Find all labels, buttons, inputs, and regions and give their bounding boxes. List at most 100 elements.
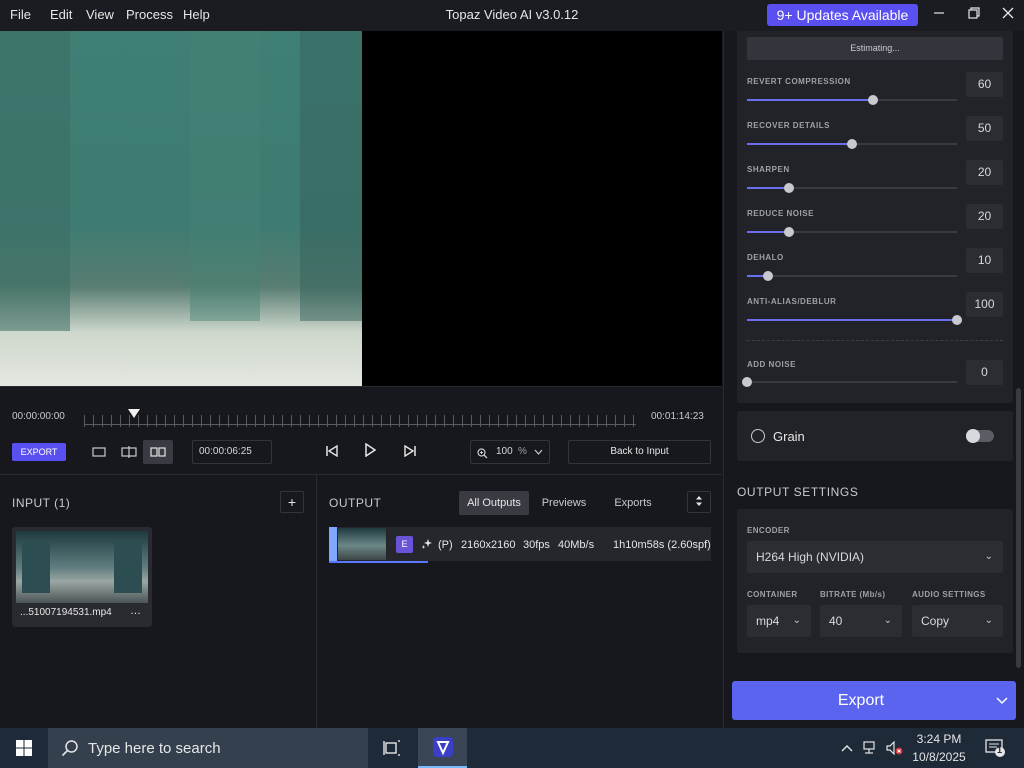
zoom-icon <box>477 446 488 468</box>
slider-knob[interactable] <box>868 95 878 105</box>
playhead-marker[interactable] <box>128 409 140 418</box>
settings-divider <box>747 340 1003 341</box>
current-timecode[interactable]: 00:00:06:25 <box>192 440 272 464</box>
grain-label: Grain <box>773 429 805 444</box>
minimize-icon[interactable] <box>925 4 953 26</box>
audio-settings-select[interactable]: Copy ⌄ <box>912 605 1003 637</box>
enhancement-slider[interactable] <box>747 95 957 105</box>
enhancement-slider[interactable] <box>747 227 957 237</box>
add-input-button[interactable]: + <box>280 491 304 513</box>
frame-detail <box>190 31 260 321</box>
slider-value[interactable]: 20 <box>966 204 1003 229</box>
taskbar-search-box[interactable]: Type here to search <box>48 728 368 768</box>
bitrate-value: 40 <box>829 614 843 628</box>
updates-available-button[interactable]: 9+ Updates Available <box>767 4 918 26</box>
slider-value[interactable]: 60 <box>966 72 1003 97</box>
thumbnail-detail <box>22 541 50 593</box>
more-options-icon[interactable]: … <box>130 605 141 617</box>
play-icon[interactable] <box>358 441 382 463</box>
tab-previews[interactable]: Previews <box>531 491 597 515</box>
input-frame-preview <box>0 31 362 386</box>
export-button[interactable]: Export <box>732 681 1016 720</box>
bitrate-select[interactable]: 40 ⌄ <box>820 605 902 637</box>
enhancement-slider[interactable] <box>747 183 957 193</box>
chevron-down-icon: ⌄ <box>883 615 892 626</box>
timeline-ruler[interactable] <box>84 415 636 427</box>
side-by-side-view-icon[interactable] <box>143 440 173 464</box>
add-noise-value[interactable]: 0 <box>966 360 1003 385</box>
slider-knob[interactable] <box>742 377 752 387</box>
back-to-input-button[interactable]: Back to Input <box>568 440 711 464</box>
chevron-down-icon <box>534 442 543 464</box>
grain-radio[interactable] <box>751 429 765 443</box>
windows-start-icon[interactable] <box>0 728 48 768</box>
timeline-controls: 00:00:00:00 00:01:14:23 EXPORT 00:00:06:… <box>0 386 722 474</box>
search-icon <box>61 739 79 762</box>
clock-time[interactable]: 3:24 PM <box>904 732 974 746</box>
zoom-value: 100 <box>496 446 513 457</box>
task-view-icon[interactable] <box>372 728 412 768</box>
estimating-button[interactable]: Estimating... <box>747 37 1003 60</box>
toggle-knob <box>966 429 980 443</box>
slider-knob[interactable] <box>952 315 962 325</box>
slider-knob[interactable] <box>784 227 794 237</box>
input-thumbnail <box>16 531 148 603</box>
grain-toggle[interactable] <box>966 429 994 443</box>
settings-panel: Estimating... REVERT COMPRESSION 60 RECOVE… <box>723 31 1024 728</box>
slider-label: REDUCE NOISE <box>747 209 814 218</box>
frame-detail <box>300 31 362 321</box>
output-settings-heading: OUTPUT SETTINGS <box>737 485 859 499</box>
slider-knob[interactable] <box>763 271 773 281</box>
step-forward-icon[interactable] <box>398 441 422 463</box>
export-button-small[interactable]: EXPORT <box>12 443 66 461</box>
enhancement-slider[interactable] <box>747 315 962 325</box>
slider-label: SHARPEN <box>747 165 790 174</box>
enhancement-slider[interactable] <box>747 271 957 281</box>
enhancement-slider[interactable] <box>747 139 957 149</box>
container-select[interactable]: mp4 ⌄ <box>747 605 811 637</box>
output-settings-card: ENCODER H264 High (NVIDIA) ⌄ CONTAINER m… <box>737 509 1013 653</box>
single-view-icon[interactable] <box>84 440 114 464</box>
slider-value[interactable]: 50 <box>966 116 1003 141</box>
output-panel: OUTPUT All Outputs Previews Exports E (P… <box>317 474 722 728</box>
output-bitrate: 40Mb/s <box>558 539 595 551</box>
slider-value[interactable]: 100 <box>966 292 1003 317</box>
output-heading: OUTPUT <box>329 496 382 510</box>
clock-date[interactable]: 10/8/2025 <box>904 750 974 764</box>
slider-knob[interactable] <box>847 139 857 149</box>
add-noise-slider[interactable] <box>742 377 957 387</box>
chevron-down-icon: ⌄ <box>984 615 993 626</box>
export-button-label: Export <box>837 692 885 709</box>
slider-knob[interactable] <box>784 183 794 193</box>
network-icon[interactable] <box>860 728 880 768</box>
step-back-icon[interactable] <box>320 441 344 463</box>
topaz-app-icon[interactable] <box>418 728 467 768</box>
notification-icon[interactable]: 1 <box>980 728 1010 768</box>
close-icon[interactable] <box>994 4 1022 26</box>
search-placeholder: Type here to search <box>88 740 221 757</box>
chevron-down-icon[interactable] <box>988 681 1016 720</box>
settings-scrollbar[interactable] <box>1016 388 1021 668</box>
zoom-unit: % <box>518 446 527 457</box>
ai-sparkle-icon <box>421 538 433 553</box>
encoder-select[interactable]: H264 High (NVIDIA) ⌄ <box>747 541 1003 573</box>
add-noise-label: ADD NOISE <box>747 360 796 369</box>
input-file-card[interactable]: ...51007194531.mp4 … <box>12 527 152 627</box>
sort-icon[interactable] <box>687 491 711 513</box>
slider-fill <box>747 319 957 321</box>
slider-label: RECOVER DETAILS <box>747 121 830 130</box>
encoder-label: ENCODER <box>747 526 790 535</box>
slider-value[interactable]: 10 <box>966 248 1003 273</box>
topaz-video-ai-window: File Edit View Process Help Topaz Video … <box>0 0 1024 768</box>
video-preview[interactable] <box>0 31 722 386</box>
tab-all-outputs[interactable]: All Outputs <box>459 491 529 515</box>
volume-muted-icon[interactable] <box>884 728 906 768</box>
zoom-control[interactable]: 100 % <box>470 440 550 464</box>
split-view-icon[interactable] <box>114 440 144 464</box>
slider-value[interactable]: 20 <box>966 160 1003 185</box>
slider-fill <box>747 99 873 101</box>
chevron-up-icon[interactable] <box>838 728 856 768</box>
timeline-start-time: 00:00:00:00 <box>12 411 65 422</box>
tab-exports[interactable]: Exports <box>601 491 665 515</box>
restore-icon[interactable] <box>960 4 988 26</box>
